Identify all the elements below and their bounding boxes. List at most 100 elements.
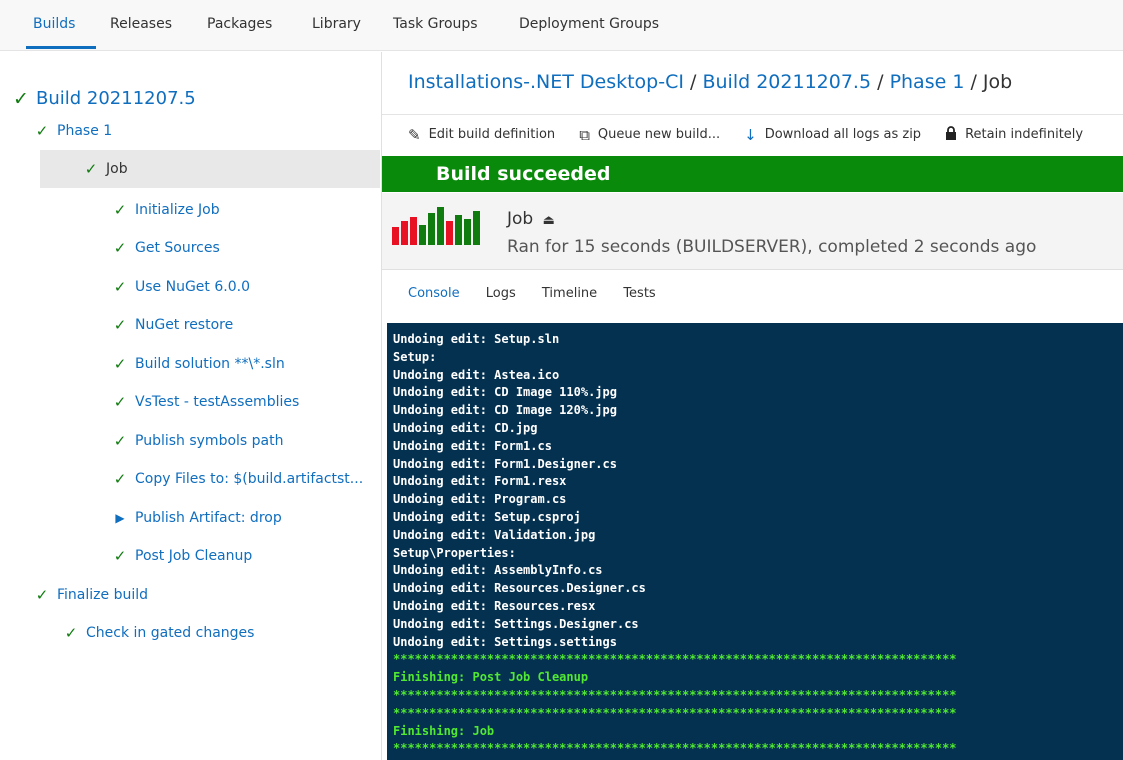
- tree-item-step[interactable]: ✓ Initialize Job: [111, 191, 220, 228]
- console-line: Undoing edit: Resources.Designer.cs: [393, 581, 646, 596]
- console-line: Undoing edit: Resources.resx: [393, 598, 596, 613]
- check-icon: ✓: [113, 200, 127, 219]
- tree-item-step[interactable]: ✓ VsTest - testAssemblies: [111, 383, 300, 420]
- job-summary: Ran for 15 seconds (BUILDSERVER), comple…: [507, 237, 1037, 257]
- console-line: Undoing edit: Setup.csproj: [393, 509, 581, 524]
- tree-item-label: Publish Artifact: drop: [135, 509, 282, 526]
- tab-deployment-groups[interactable]: Deployment Groups: [519, 16, 659, 32]
- tab-timeline[interactable]: Timeline: [542, 286, 597, 301]
- console-line: Undoing edit: Settings.Designer.cs: [393, 616, 639, 631]
- history-bar[interactable]: [464, 219, 471, 245]
- breadcrumb-separator: /: [690, 71, 697, 93]
- check-icon: ✓: [113, 238, 127, 257]
- console-line: Undoing edit: Program.cs: [393, 492, 567, 507]
- button-label: Retain indefinitely: [965, 127, 1084, 142]
- tree-item-label: Finalize build: [57, 586, 148, 603]
- history-bar[interactable]: [437, 207, 444, 245]
- console-line: Undoing edit: Form1.resx: [393, 474, 567, 489]
- button-label: Queue new build...: [597, 127, 721, 142]
- breadcrumb-build[interactable]: Build 20211207.5: [702, 71, 871, 93]
- tree-item-label: Get Sources: [135, 239, 220, 256]
- check-icon: ✓: [113, 277, 127, 296]
- check-icon: ✓: [35, 585, 49, 604]
- console-line: ****************************************…: [393, 687, 957, 702]
- history-bar[interactable]: [446, 221, 453, 245]
- retain-button[interactable]: Retain indefinitely: [945, 125, 1084, 144]
- job-title: Job ⏏: [507, 209, 555, 229]
- tree-item-step[interactable]: ✓ Publish symbols path: [111, 422, 284, 459]
- breadcrumb-job: Job: [982, 71, 1013, 93]
- console-line: Undoing edit: CD Image 110%.jpg: [393, 385, 617, 400]
- tree-item-step[interactable]: ✓ Copy Files to: $(build.artifactst...: [111, 460, 363, 497]
- download-icon: ↓: [744, 125, 757, 144]
- play-icon: ▶: [115, 510, 125, 525]
- check-icon: ✓: [113, 315, 127, 334]
- tree-item-label: Post Job Cleanup: [135, 547, 253, 564]
- check-icon: ✓: [113, 392, 127, 411]
- tree-item-label: Phase 1: [57, 122, 113, 139]
- button-label: Download all logs as zip: [764, 127, 922, 142]
- tree-item-label: NuGet restore: [135, 316, 234, 333]
- queue-icon: ⧉: [579, 125, 590, 144]
- history-bar[interactable]: [419, 225, 426, 245]
- history-bar[interactable]: [428, 213, 435, 245]
- console-line: Finishing: Job: [393, 723, 495, 738]
- tree-item-label: Build solution **\*.sln: [135, 355, 285, 372]
- breadcrumb-definition[interactable]: Installations-.NET Desktop-CI: [408, 71, 684, 93]
- history-bar[interactable]: [473, 211, 480, 245]
- tree-item-label: Initialize Job: [135, 201, 220, 218]
- tree-item-finalize[interactable]: ✓ Finalize build: [33, 576, 148, 613]
- top-nav: Builds Releases Packages Library Task Gr…: [0, 0, 1123, 51]
- tree-item-label: VsTest - testAssemblies: [135, 393, 300, 410]
- tree-item-label: Use NuGet 6.0.0: [135, 278, 250, 295]
- console-line: Undoing edit: AssemblyInfo.cs: [393, 563, 603, 578]
- console-line: ****************************************…: [393, 652, 957, 667]
- tree-item-job[interactable]: ✓ Job: [82, 150, 128, 187]
- button-label: Edit build definition: [428, 127, 556, 142]
- tree-item-step[interactable]: ✓ Build solution **\*.sln: [111, 345, 285, 382]
- console-line: Undoing edit: CD Image 120%.jpg: [393, 403, 617, 418]
- history-bar[interactable]: [410, 217, 417, 245]
- history-bar[interactable]: [455, 215, 462, 245]
- tree-item-checkin[interactable]: ✓ Check in gated changes: [62, 614, 255, 651]
- build-tree: ✓ Build 20211207.5 ✓ Phase 1 ✓ Job ✓ Ini…: [0, 52, 380, 760]
- console-line: Undoing edit: Form1.cs: [393, 438, 552, 453]
- tree-item-label: Check in gated changes: [86, 624, 255, 641]
- tree-item-label: Publish symbols path: [135, 432, 284, 449]
- check-icon: ✓: [113, 546, 127, 565]
- tree-item-step[interactable]: ✓ NuGet restore: [111, 306, 234, 343]
- breadcrumb-separator: /: [970, 71, 977, 93]
- tab-tests[interactable]: Tests: [623, 286, 655, 301]
- tab-builds[interactable]: Builds: [33, 16, 75, 32]
- check-icon: ✓: [35, 121, 49, 140]
- history-bar[interactable]: [401, 221, 408, 245]
- active-tab-indicator: [26, 46, 96, 49]
- breadcrumb-phase[interactable]: Phase 1: [890, 71, 965, 93]
- tab-console[interactable]: Console: [408, 286, 460, 301]
- build-history-chart[interactable]: [392, 205, 482, 245]
- tab-releases[interactable]: Releases: [110, 16, 172, 32]
- check-icon: ✓: [113, 431, 127, 450]
- tree-item-label: Copy Files to: $(build.artifactst...: [135, 470, 364, 487]
- edit-build-definition-button[interactable]: ✎ Edit build definition: [408, 126, 555, 144]
- console-output[interactable]: Undoing edit: Setup.sln Setup: Undoing edi…: [387, 323, 1123, 760]
- queue-new-build-button[interactable]: ⧉ Queue new build...: [579, 126, 720, 144]
- tree-item-step[interactable]: ✓ Get Sources: [111, 229, 220, 266]
- tree-item-phase[interactable]: ✓ Phase 1: [33, 112, 112, 149]
- upload-icon[interactable]: ⏏: [543, 213, 555, 228]
- console-line: Undoing edit: Validation.jpg: [393, 527, 596, 542]
- tab-packages[interactable]: Packages: [207, 16, 272, 32]
- tab-logs[interactable]: Logs: [486, 286, 516, 301]
- tree-item-label: Build 20211207.5: [36, 88, 196, 109]
- tab-library[interactable]: Library: [312, 16, 361, 32]
- check-icon: ✓: [113, 354, 127, 373]
- tree-item-step[interactable]: ✓ Post Job Cleanup: [111, 537, 253, 574]
- tree-item-step[interactable]: ✓ Use NuGet 6.0.0: [111, 268, 250, 305]
- tab-task-groups[interactable]: Task Groups: [393, 16, 478, 32]
- tree-item-step[interactable]: ▶ Publish Artifact: drop: [111, 499, 282, 536]
- lock-icon: [945, 125, 957, 144]
- download-logs-button[interactable]: ↓ Download all logs as zip: [744, 126, 921, 144]
- console-line: Finishing: Post Job Cleanup: [393, 670, 589, 685]
- history-bar[interactable]: [392, 227, 399, 245]
- tree-item-label: Job: [106, 160, 128, 177]
